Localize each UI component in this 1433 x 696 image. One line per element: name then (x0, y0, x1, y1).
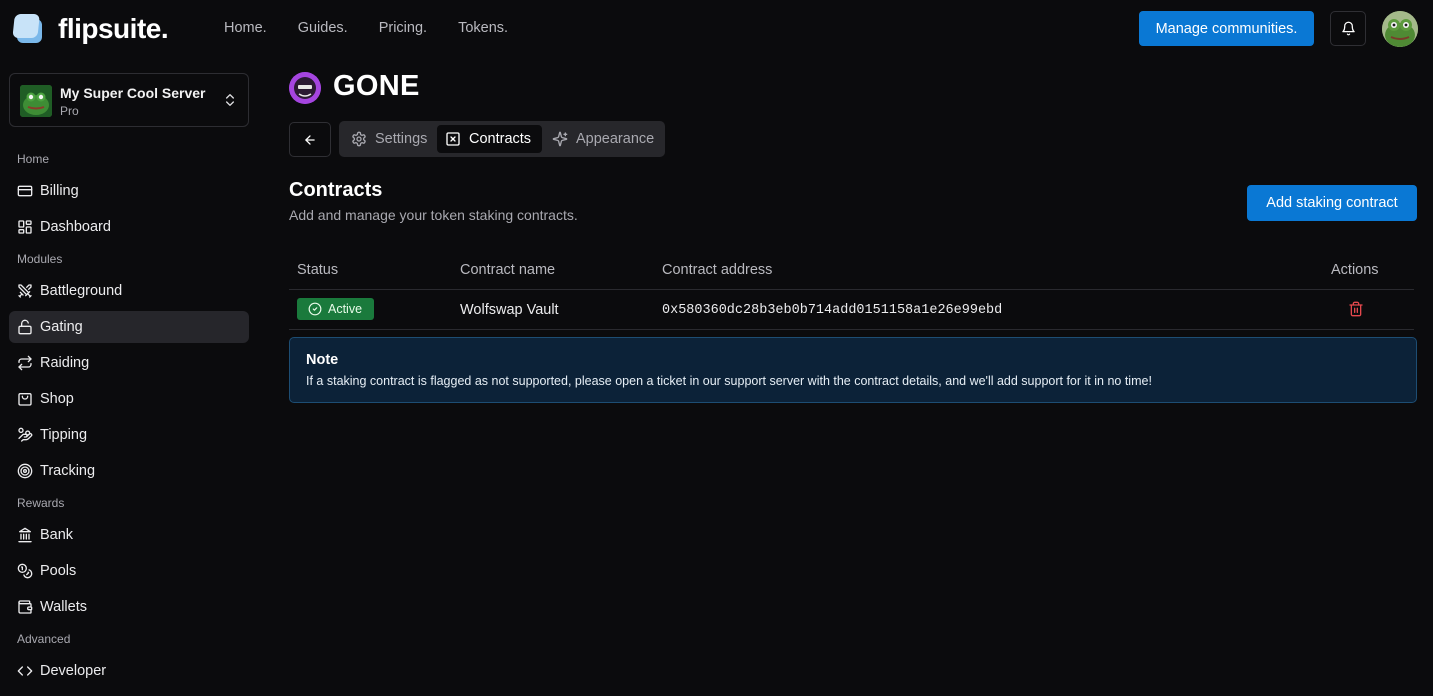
tab-bar: Settings Contracts Appearance (339, 121, 665, 157)
page-title: GONE (333, 70, 420, 102)
brand-logo[interactable]: flipsuite. (11, 13, 169, 45)
sidebar-item-label: Billing (40, 183, 79, 199)
section-label-rewards: Rewards (17, 496, 65, 510)
dashboard-icon (18, 220, 32, 234)
lock-open-icon (18, 319, 32, 335)
shopping-bag-icon (18, 393, 32, 406)
sidebar-item-dashboard[interactable]: Dashboard (9, 211, 249, 243)
sidebar-item-shop[interactable]: Shop (9, 383, 249, 415)
top-navigation: Home. Guides. Pricing. Tokens. (224, 20, 539, 36)
bank-icon (18, 527, 32, 543)
sidebar-item-label: Tipping (40, 427, 88, 443)
server-name: My Super Cool Server (60, 85, 206, 101)
nav-guides-link[interactable]: Guides. (298, 20, 348, 36)
sidebar-item-label: Pools (40, 563, 77, 579)
add-staking-contract-button[interactable]: Add staking contract (1247, 185, 1417, 221)
sidebar-item-pools[interactable]: Pools (9, 555, 249, 587)
sidebar-item-label: Developer (40, 663, 107, 679)
manage-communities-button[interactable]: Manage communities. (1139, 11, 1314, 46)
tab-settings[interactable]: Settings (343, 125, 435, 153)
nav-tokens-link[interactable]: Tokens. (458, 20, 508, 36)
sidebar-item-tipping[interactable]: Tipping (9, 419, 249, 451)
bell-icon (1341, 21, 1355, 36)
tab-appearance[interactable]: Appearance (544, 125, 661, 153)
nav-pricing-link[interactable]: Pricing. (379, 20, 427, 36)
arrow-left-icon (305, 134, 315, 145)
notifications-button[interactable] (1330, 11, 1366, 46)
note-title: Note (306, 352, 339, 368)
sidebar-item-tracking[interactable]: Tracking (9, 455, 249, 487)
tab-contracts[interactable]: Contracts (437, 125, 542, 153)
check-circle-icon (308, 302, 322, 316)
target-icon (17, 463, 33, 479)
contract-address: 0x580360dc28b3eb0b714add0151158a1e26e99e… (662, 303, 1003, 318)
sidebar-item-label: Dashboard (40, 219, 111, 235)
sidebar-item-label: Tracking (40, 463, 96, 479)
column-header-status: Status (297, 262, 339, 278)
column-header-name: Contract name (460, 262, 556, 278)
code-icon (17, 666, 33, 676)
square-x-icon (446, 132, 460, 146)
sidebar-item-bank[interactable]: Bank (9, 519, 249, 551)
gear-icon (352, 131, 366, 147)
sidebar-item-label: Battleground (40, 283, 123, 299)
sidebar-item-developer[interactable]: Developer (9, 655, 249, 687)
sidebar-item-label: Gating (40, 319, 83, 335)
section-label-advanced: Advanced (17, 632, 71, 646)
flipsuite-logo-icon (11, 13, 45, 45)
sidebar-item-gating[interactable]: Gating (9, 311, 249, 343)
brand-name: flipsuite. (58, 13, 169, 44)
section-label-home: Home (17, 152, 50, 166)
table-row: Active Wolfswap Vault 0x580360dc28b3eb0b… (289, 290, 1414, 330)
sidebar-item-battleground[interactable]: Battleground (9, 275, 249, 307)
column-header-actions: Actions (1331, 262, 1379, 278)
hand-coins-icon (18, 427, 33, 442)
sidebar-item-label: Wallets (40, 599, 87, 615)
tab-appearance-label: Appearance (576, 131, 655, 147)
sparkles-icon (552, 131, 568, 147)
swords-icon (18, 284, 32, 298)
info-note: Note If a staking contract is flagged as… (289, 337, 1417, 403)
user-avatar[interactable] (1382, 11, 1418, 47)
status-badge: Active (297, 298, 374, 320)
note-text: If a staking contract is flagged as not … (306, 374, 1152, 388)
contract-name: Wolfswap Vault (460, 302, 559, 318)
tab-contracts-label: Contracts (469, 131, 532, 147)
sidebar: My Super Cool Server Pro Home Billing Da… (0, 58, 260, 696)
server-selector[interactable]: My Super Cool Server Pro (9, 73, 249, 127)
contracts-table: Status Contract name Contract address Ac… (289, 254, 1414, 330)
contracts-description: Add and manage your token staking contra… (289, 207, 578, 223)
sidebar-item-billing[interactable]: Billing (9, 175, 249, 207)
coins-icon (17, 563, 33, 579)
server-plan: Pro (60, 104, 79, 118)
sidebar-item-raiding[interactable]: Raiding (9, 347, 249, 379)
sidebar-item-label: Bank (40, 527, 74, 543)
nav-home-link[interactable]: Home. (224, 20, 267, 36)
tab-settings-label: Settings (375, 131, 428, 147)
sidebar-item-label: Raiding (40, 355, 90, 371)
status-badge-label: Active (328, 302, 363, 316)
credit-card-icon (17, 185, 33, 197)
wallet-icon (18, 600, 33, 614)
repeat-icon (18, 355, 32, 371)
back-button[interactable] (289, 122, 331, 157)
section-label-modules: Modules (17, 252, 63, 266)
trash-icon[interactable] (1348, 301, 1364, 317)
community-avatar (289, 72, 321, 104)
column-header-address: Contract address (662, 262, 773, 278)
server-avatar (20, 85, 52, 117)
top-bar: flipsuite. Home. Guides. Pricing. Tokens… (0, 0, 1433, 58)
sidebar-item-wallets[interactable]: Wallets (9, 591, 249, 623)
table-header: Status Contract name Contract address Ac… (289, 254, 1414, 290)
contracts-heading: Contracts (289, 179, 383, 201)
chevrons-up-down-icon (226, 94, 234, 106)
sidebar-item-label: Shop (40, 391, 74, 407)
